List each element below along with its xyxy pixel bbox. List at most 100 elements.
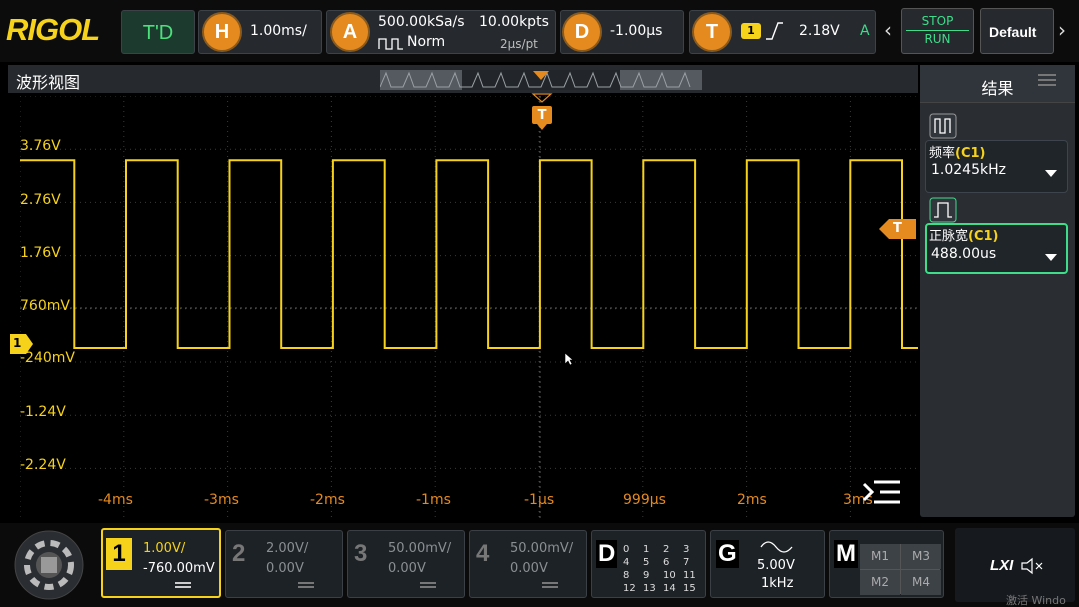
rising-edge-icon: [766, 22, 783, 40]
volt-label: -1.24V: [20, 404, 66, 420]
hamburger-icon[interactable]: [1036, 72, 1058, 88]
trigger-level-label: T: [893, 221, 902, 236]
volt-label: 1.76V: [20, 245, 61, 261]
channel-4-number: 4: [476, 540, 490, 567]
measure-label: 正脉宽(C1): [929, 229, 999, 244]
measure-label: 频率(C1): [929, 146, 986, 161]
dropdown-arrow-icon[interactable]: [1044, 169, 1058, 179]
mouse-cursor-icon: [564, 352, 574, 366]
chevron-right-icon[interactable]: ›: [1058, 18, 1066, 42]
channel-4-scale: 50.00mV/: [510, 541, 574, 556]
channel-4-coupling-icon: [542, 582, 558, 588]
sample-rate: 500.00kSa/s: [378, 14, 465, 30]
memory-depth: 10.00kpts: [479, 14, 549, 30]
digital-bit: 11: [683, 570, 696, 581]
digital-bit: 10: [663, 570, 676, 581]
default-label: Default: [989, 24, 1037, 40]
generator-amplitude: 5.00V: [757, 558, 795, 573]
channel-3-scale: 50.00mV/: [388, 541, 452, 556]
ch1-offset-label: 1: [13, 336, 22, 350]
pulse-width-measure-icon: [929, 197, 957, 223]
digital-bit-grid: 0123 4567 8 9 10 11 12 13 14 15: [623, 543, 703, 595]
math-m2-button[interactable]: M2: [860, 570, 900, 595]
math-label: M: [834, 540, 858, 568]
digital-bit: 3: [683, 544, 690, 555]
time-label: -1μs: [524, 492, 555, 508]
math-m3-button[interactable]: M3: [901, 544, 941, 569]
time-per-point: 2μs/pt: [500, 37, 538, 51]
volt-label: 2.76V: [20, 192, 61, 208]
digital-bit: 15: [683, 583, 696, 594]
digital-bit: 2: [663, 544, 670, 555]
horizontal-scale-value: 1.00ms/: [250, 23, 307, 39]
digital-bit: 6: [663, 557, 670, 568]
trigger-level: 2.18V: [799, 23, 840, 39]
acquire-mode: Norm: [407, 34, 446, 50]
time-label: 2ms: [737, 492, 767, 508]
waveform-grid[interactable]: [20, 96, 918, 520]
volt-label: -240mV: [20, 350, 75, 366]
delay-icon: D: [562, 12, 602, 52]
dropdown-arrow-icon[interactable]: [1044, 253, 1058, 263]
digital-bit: 1: [643, 544, 650, 555]
digital-bit: 8: [623, 570, 630, 581]
channel-3-offset: 0.00V: [388, 561, 426, 576]
run-label: RUN: [924, 32, 951, 46]
timebase-mode-button[interactable]: T'D: [121, 10, 195, 54]
timebase-mode-label: T'D: [142, 22, 174, 44]
chevron-left-icon[interactable]: ‹: [884, 18, 892, 42]
channel-3-number: 3: [354, 540, 368, 567]
time-label: -3ms: [204, 492, 239, 508]
function-menu-icon[interactable]: [4, 527, 94, 603]
channel-1-number: 1: [106, 538, 132, 570]
generator-label: G: [716, 540, 739, 568]
digital-bit: 5: [643, 557, 650, 568]
math-grid: M1 M3 M2 M4: [860, 544, 941, 595]
digital-bit: 14: [663, 583, 676, 594]
measure-value: 488.00us: [931, 246, 997, 262]
time-label: -2ms: [310, 492, 345, 508]
time-label: -4ms: [98, 492, 133, 508]
ch1-trace: [20, 159, 918, 349]
menu-expand-icon[interactable]: [862, 478, 902, 506]
lxi-logo: LXI: [990, 557, 1014, 574]
channel-2-scale: 2.00V/: [266, 541, 309, 556]
waveform-overview-bar[interactable]: [380, 70, 702, 90]
time-label: 999μs: [623, 492, 666, 508]
trigger-source-badge: 1: [741, 23, 761, 39]
channel-1-scale: 1.00V/: [143, 541, 186, 556]
math-m1-button[interactable]: M1: [860, 544, 900, 569]
time-label: -1ms: [416, 492, 451, 508]
digital-bit: 12: [623, 583, 636, 594]
sine-wave-icon: [760, 541, 793, 553]
channel-3-coupling-icon: [420, 582, 436, 588]
channel-4-offset: 0.00V: [510, 561, 548, 576]
horizontal-icon: H: [202, 12, 242, 52]
volt-label: 760mV: [20, 298, 70, 314]
digital-bit: 13: [643, 583, 656, 594]
generator-frequency: 1kHz: [761, 576, 794, 591]
channel-2-coupling-icon: [298, 582, 314, 588]
rigol-logo: RIGOL: [6, 12, 100, 47]
trigger-status: A: [860, 23, 870, 39]
acquire-mode-icon: [378, 38, 403, 50]
volt-label: -2.24V: [20, 457, 66, 473]
trigger-icon: T: [692, 12, 732, 52]
digital-bit: 9: [643, 570, 650, 581]
status-area: [955, 528, 1075, 602]
channel-2-number: 2: [232, 540, 246, 567]
channel-2-offset: 0.00V: [266, 561, 304, 576]
windows-activation-text: 激活 Windo: [1006, 594, 1066, 607]
channel-1-coupling-icon: [175, 582, 191, 588]
trigger-position-label: T: [537, 108, 547, 123]
frequency-measure-icon: [929, 113, 957, 139]
digital-bit: 0: [623, 544, 630, 555]
digital-bit: 4: [623, 557, 630, 568]
delay-value: -1.00μs: [610, 23, 663, 39]
acquire-icon: A: [330, 12, 370, 52]
volt-label: 3.76V: [20, 138, 61, 154]
math-m4-button[interactable]: M4: [901, 570, 941, 595]
stop-label: STOP: [906, 14, 969, 31]
waveform-title: 波形视图: [16, 73, 81, 92]
speaker-mute-icon[interactable]: [1020, 557, 1044, 575]
